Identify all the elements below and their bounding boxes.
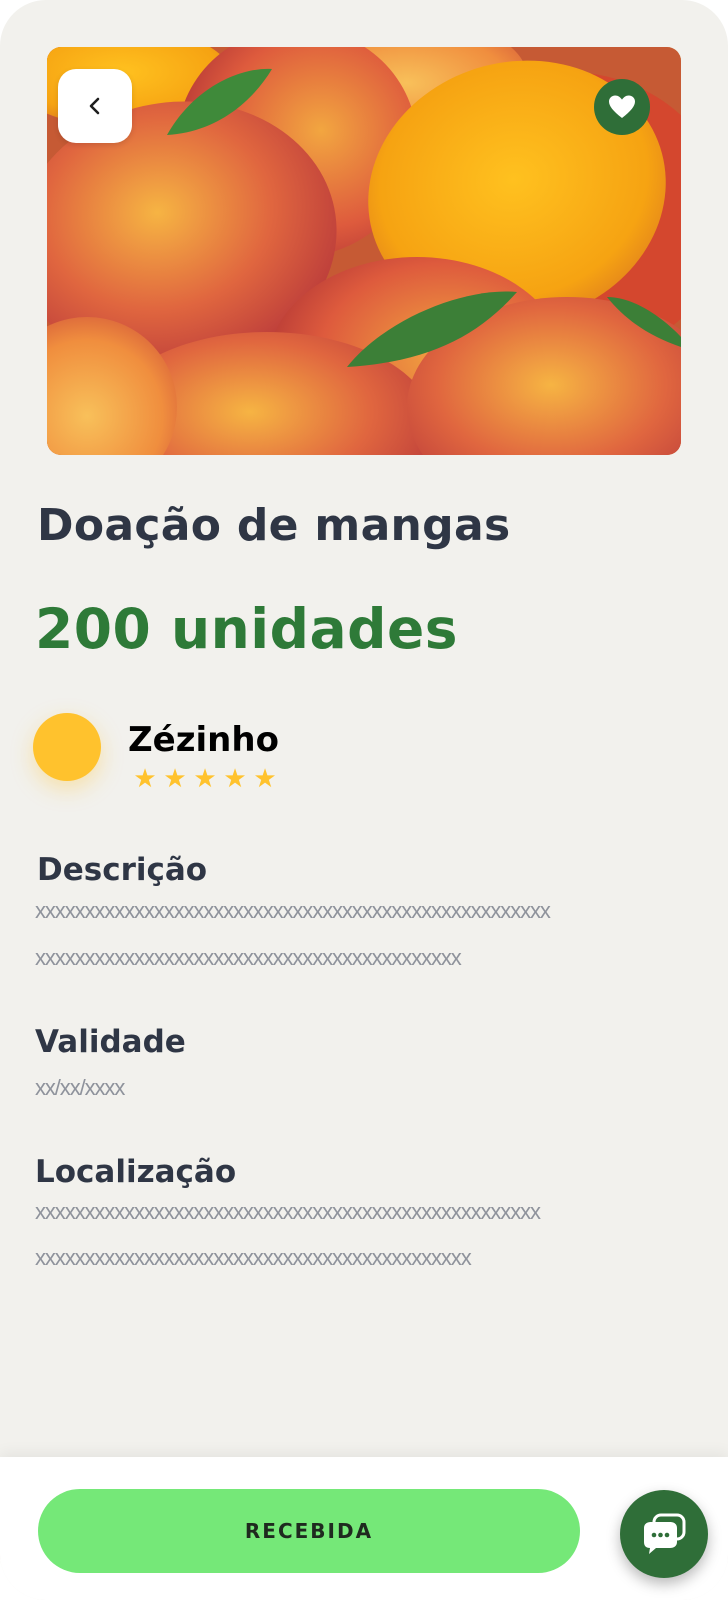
validity-label: Validade: [35, 1024, 186, 1060]
heart-icon: [609, 95, 635, 118]
star-icon: ★: [133, 764, 157, 794]
location-text-line-1: xxxxxxxxxxxxxxxxxxxxxxxxxxxxxxxxxxxxxxxx…: [35, 1199, 541, 1224]
product-title: Doação de mangas: [37, 500, 511, 551]
received-button[interactable]: RECEBIDA: [38, 1489, 580, 1573]
favorite-button[interactable]: [594, 79, 650, 135]
product-quantity: 200 unidades: [35, 597, 459, 661]
chat-button[interactable]: [620, 1490, 708, 1578]
location-label: Localização: [35, 1154, 237, 1190]
description-label: Descrição: [37, 852, 208, 888]
star-icon: ★: [163, 764, 187, 794]
location-text-line-2: xxxxxxxxxxxxxxxxxxxxxxxxxxxxxxxxxxxxxxxx…: [35, 1245, 472, 1270]
description-text-line-1: xxxxxxxxxxxxxxxxxxxxxxxxxxxxxxxxxxxxxxxx…: [35, 898, 551, 923]
donor-rating: ★ ★ ★ ★ ★: [132, 766, 278, 792]
chevron-left-icon: [89, 97, 100, 115]
product-image: [47, 47, 681, 455]
chat-bubbles-icon: [644, 1513, 686, 1554]
donor-name[interactable]: Zézinho: [128, 720, 279, 760]
back-button[interactable]: [58, 69, 132, 143]
star-icon: ★: [253, 764, 277, 794]
star-icon: ★: [193, 764, 217, 794]
star-icon: ★: [223, 764, 247, 794]
donation-detail-screen: Doação de mangas 200 unidades Zézinho ★ …: [0, 0, 728, 1600]
validity-value: xx/xx/xxxx: [35, 1075, 125, 1100]
donor-avatar[interactable]: [33, 713, 101, 781]
mango-photo: [47, 47, 681, 455]
description-text-line-2: xxxxxxxxxxxxxxxxxxxxxxxxxxxxxxxxxxxxxxxx…: [35, 945, 462, 970]
received-button-label: RECEBIDA: [244, 1519, 374, 1543]
